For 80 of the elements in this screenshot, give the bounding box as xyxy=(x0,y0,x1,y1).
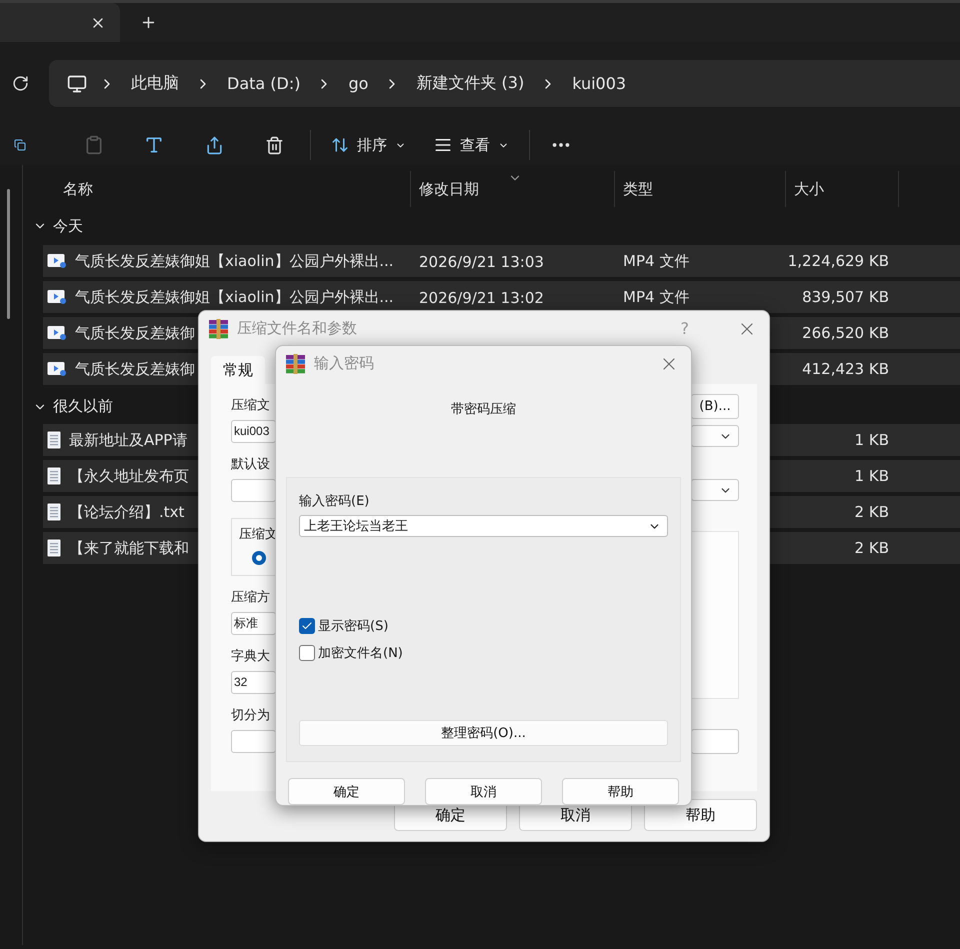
breadcrumb-item[interactable]: Data (D:) xyxy=(223,74,304,93)
file-row[interactable]: 气质长发反差婊御姐【xiaolin】公园户外裸出... 2026/9/21 13:02 MP4 文件 839,507 KB xyxy=(43,281,960,313)
input-field[interactable] xyxy=(231,479,276,502)
file-size: 1 KB xyxy=(854,431,890,449)
checkbox-label[interactable]: 加密文件名(N) xyxy=(318,644,403,662)
dialog-button[interactable]: 确定 xyxy=(288,778,405,805)
dialog-subtitle: 带密码压缩 xyxy=(450,401,517,416)
field-label: 默认设 xyxy=(231,457,271,473)
input-field[interactable]: 标准 xyxy=(231,612,276,635)
dialog-tab[interactable]: 常规 xyxy=(211,356,265,384)
file-size: 2 KB xyxy=(854,539,890,557)
archive-app-icon xyxy=(285,354,306,374)
field-label: 字典大 xyxy=(231,649,271,665)
column-header[interactable]: 名称 xyxy=(43,171,411,207)
dialog-button[interactable]: 帮助 xyxy=(562,778,679,805)
video-file-icon xyxy=(47,325,67,341)
dialog-button[interactable]: 取消 xyxy=(425,778,542,805)
radio-button[interactable] xyxy=(252,551,266,565)
refresh-icon[interactable] xyxy=(12,75,29,92)
file-size: 1 KB xyxy=(854,467,890,485)
input-field[interactable] xyxy=(691,729,739,754)
file-size: 412,423 KB xyxy=(801,360,890,378)
file-name: 气质长发反差婊御姐【xiaolin】公园户外裸出... xyxy=(75,288,394,306)
file-size: 266,520 KB xyxy=(801,324,890,342)
breadcrumb-item[interactable]: 此电脑 xyxy=(127,73,183,94)
field-label: 切分为 xyxy=(231,708,271,724)
new-tab-icon[interactable] xyxy=(140,14,157,31)
file-name: 【论坛介绍】.txt xyxy=(69,502,184,522)
lines-icon xyxy=(434,136,452,154)
video-file-icon xyxy=(47,253,67,269)
input-field[interactable] xyxy=(231,730,276,753)
input-field[interactable]: kui003 xyxy=(231,420,276,443)
checkbox-label[interactable]: 显示密码(S) xyxy=(318,617,388,635)
check-icon xyxy=(301,620,313,632)
video-file-icon xyxy=(47,361,67,377)
file-type: MP4 文件 xyxy=(622,288,690,306)
sort-menu[interactable]: 排序 xyxy=(317,128,420,162)
text-file-icon xyxy=(47,467,61,485)
file-date: 2026/9/21 13:02 xyxy=(418,288,544,306)
file-date: 2026/9/21 13:03 xyxy=(418,252,544,270)
group-header[interactable]: 很久以前 xyxy=(33,389,113,424)
column-header[interactable]: 类型 xyxy=(615,171,786,207)
sort-arrows-icon xyxy=(331,136,349,154)
checkbox[interactable] xyxy=(299,618,315,634)
dialog-button[interactable]: 帮助 xyxy=(644,799,757,831)
text-file-icon xyxy=(47,503,61,521)
dialog-title: 输入密码 xyxy=(314,354,375,373)
file-name: 气质长发反差婊御姐【xiaolin】公园户外裸出... xyxy=(75,252,394,270)
file-name: 最新地址及APP请 xyxy=(69,430,188,450)
video-file-icon xyxy=(47,289,67,305)
column-header[interactable]: 修改日期 xyxy=(411,171,615,207)
column-header[interactable]: 大小 xyxy=(786,171,899,207)
breadcrumb-item[interactable]: 新建文件夹 (3) xyxy=(412,73,528,94)
organize-passwords-button[interactable]: 整理密码(O)... xyxy=(299,720,668,746)
text-file-icon xyxy=(47,539,61,557)
group-header[interactable]: 今天 xyxy=(33,207,83,245)
browse-button[interactable]: (B)... xyxy=(691,394,739,419)
input-field[interactable]: 32 xyxy=(231,671,276,694)
field-label: 输入密码(E) xyxy=(299,493,370,510)
file-name: 气质长发反差婊御 xyxy=(75,360,195,378)
field-label: 压缩方 xyxy=(231,590,271,606)
scrollbar-thumb[interactable] xyxy=(7,189,10,319)
breadcrumb-item[interactable]: kui003 xyxy=(568,74,630,93)
file-name: 气质长发反差婊御 xyxy=(75,324,195,342)
computer-icon xyxy=(67,74,87,94)
file-name: 【永久地址发布页 xyxy=(69,466,189,486)
file-name: 【来了就能下载和 xyxy=(69,538,189,558)
breadcrumb-item[interactable]: go xyxy=(344,74,372,93)
text-file-icon xyxy=(47,431,61,449)
file-size: 839,507 KB xyxy=(801,288,890,306)
file-row[interactable]: 气质长发反差婊御姐【xiaolin】公园户外裸出... 2026/9/21 13:03 MP4 文件 1,224,629 KB xyxy=(43,245,960,277)
field-label: 压缩文 xyxy=(231,398,271,414)
dialog-title: 压缩文件名和参数 xyxy=(237,319,358,338)
file-size: 2 KB xyxy=(854,503,890,521)
password-field[interactable]: 上老王论坛当老王 xyxy=(299,515,668,537)
view-menu[interactable]: 查看 xyxy=(420,128,523,162)
archive-app-icon xyxy=(208,318,229,338)
checkbox[interactable] xyxy=(299,645,315,661)
file-size: 1,224,629 KB xyxy=(786,252,890,270)
file-type: MP4 文件 xyxy=(622,252,690,270)
